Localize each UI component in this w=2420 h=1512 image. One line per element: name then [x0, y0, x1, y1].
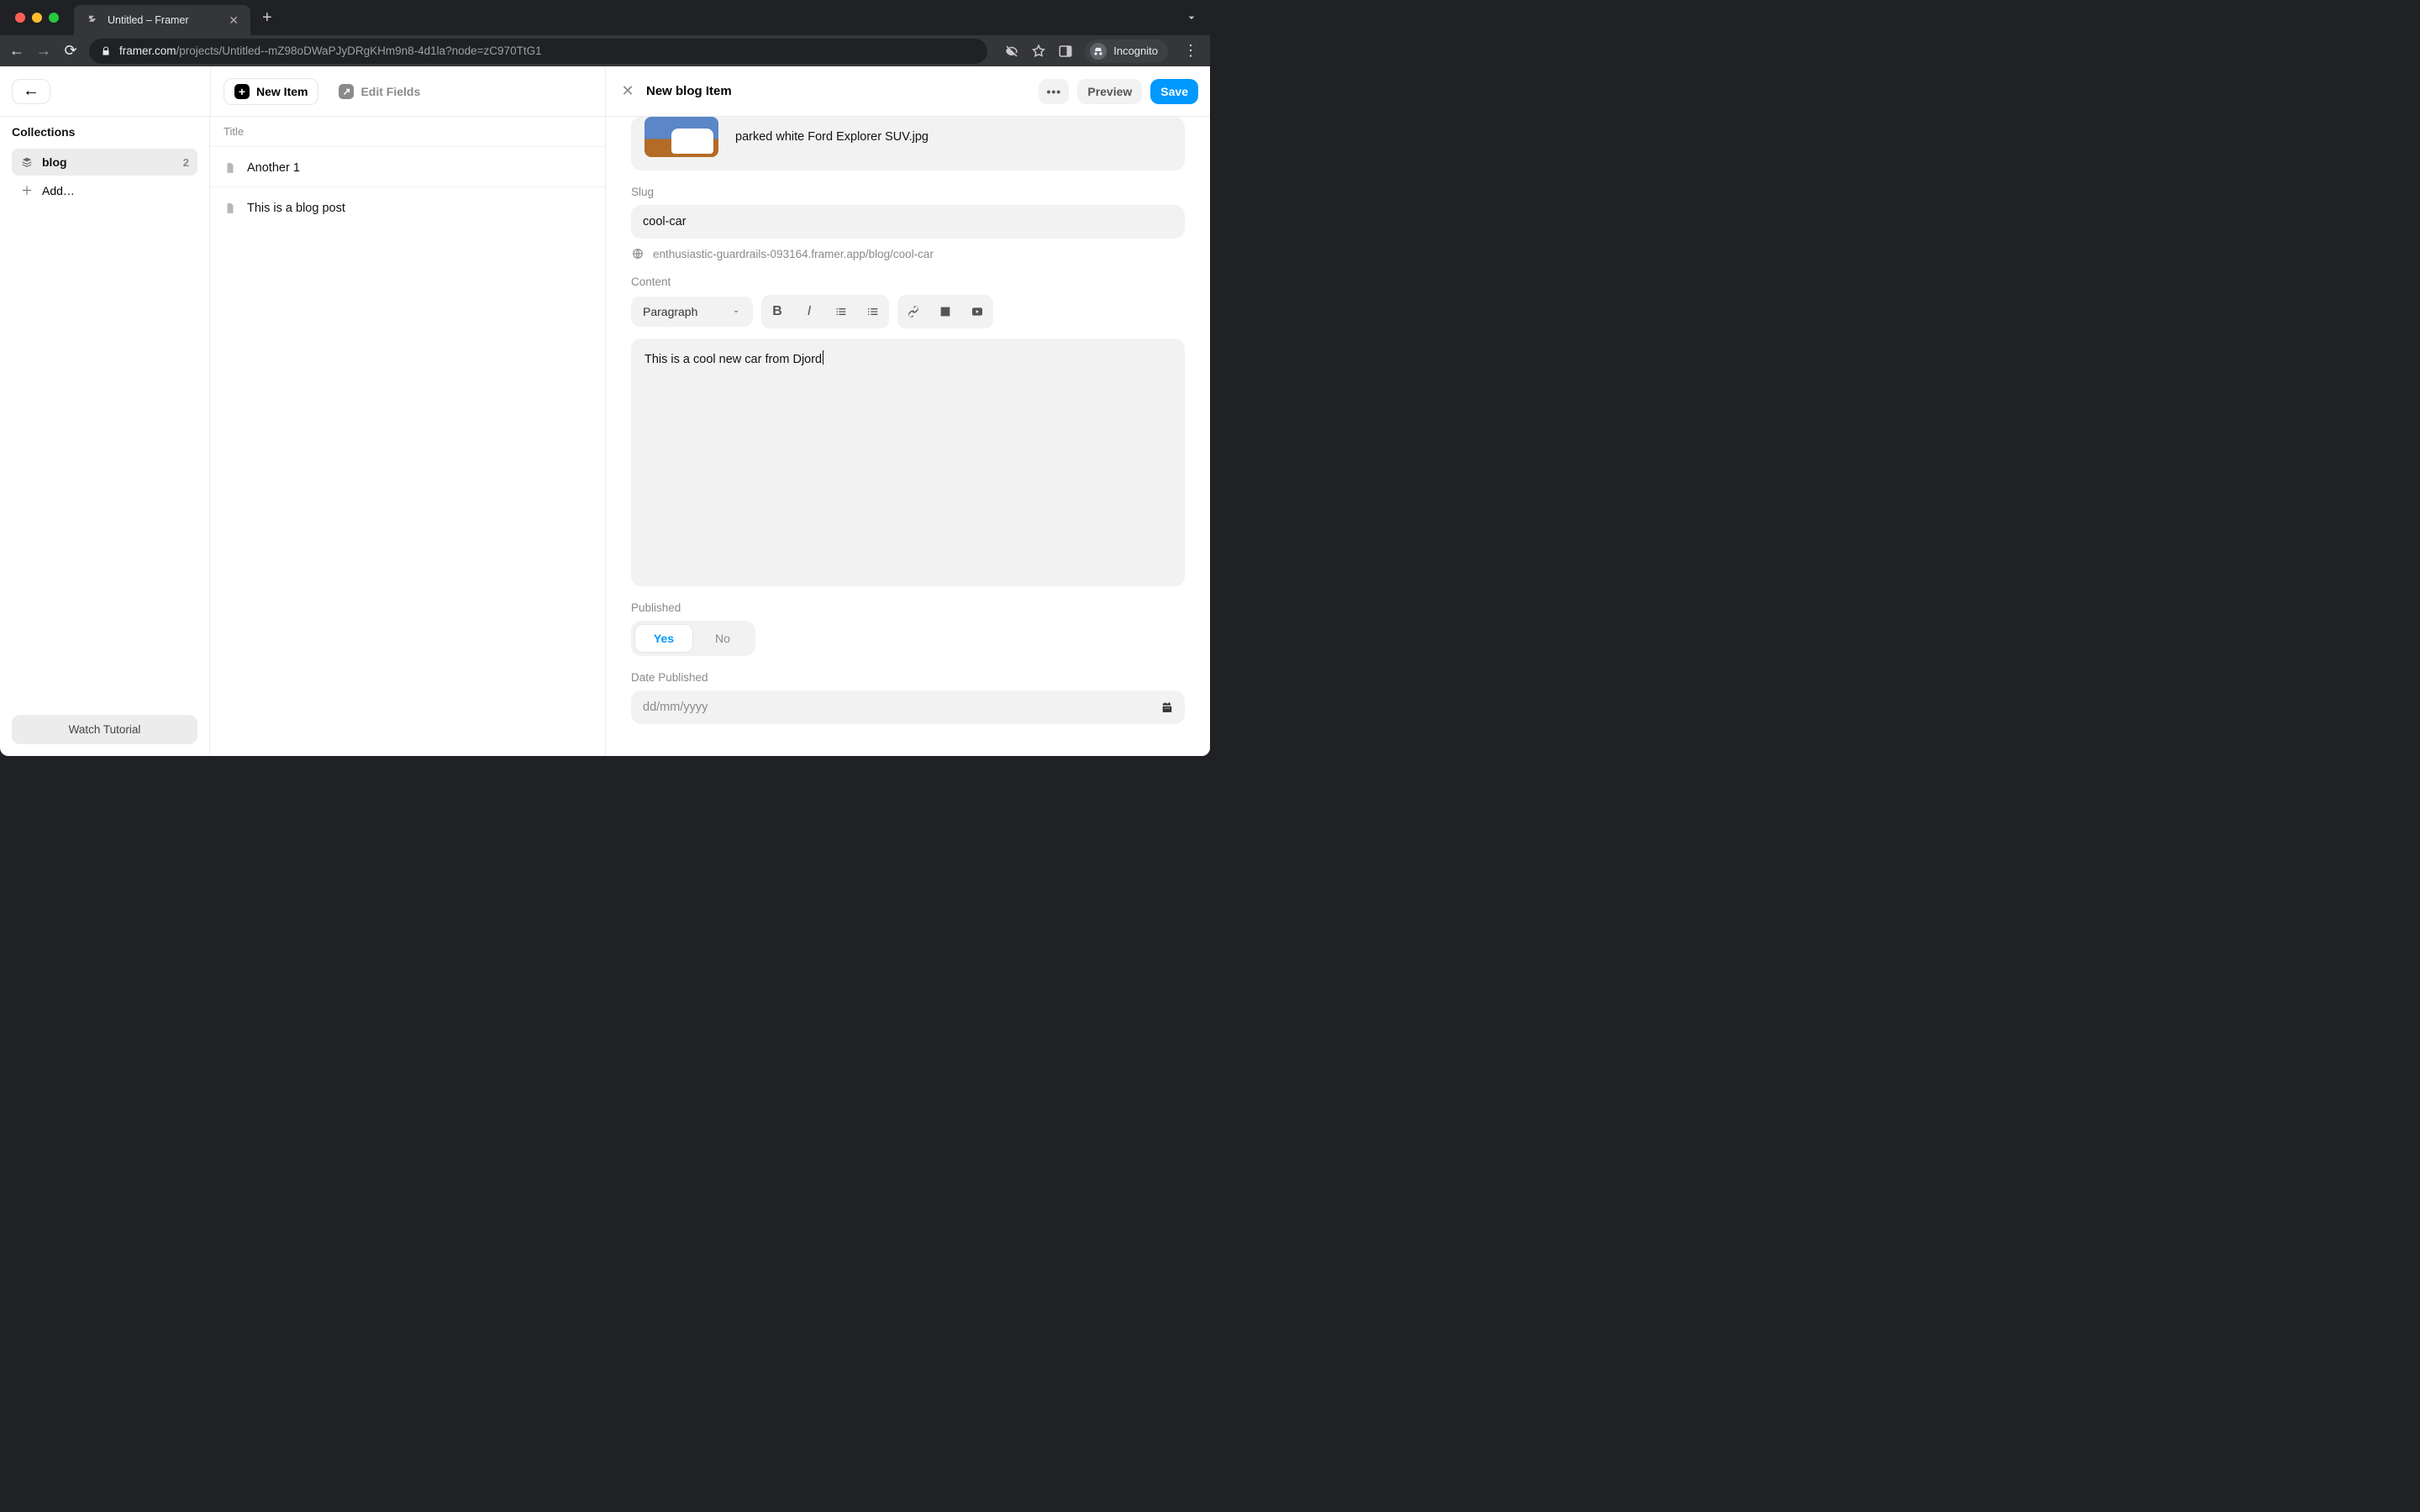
tab-title: Untitled – Framer	[108, 14, 189, 26]
bold-button[interactable]: B	[761, 295, 793, 328]
sidebar-title: Collections	[12, 125, 197, 139]
slug-label: Slug	[631, 186, 1185, 198]
side-panel-icon[interactable]	[1058, 44, 1073, 59]
italic-button[interactable]: I	[793, 295, 825, 328]
edit-fields-label: Edit Fields	[360, 85, 420, 98]
paragraph-style-select[interactable]: Paragraph	[631, 297, 753, 327]
row-title: This is a blog post	[247, 202, 345, 215]
content-editor[interactable]: This is a cool new car from Djord	[631, 339, 1185, 586]
sidebar: Collections blog 2 ＋ Add… Watch Tutorial	[0, 66, 210, 756]
content-body: This is a cool new car from Djord	[644, 353, 822, 366]
date-placeholder: dd/mm/yyyy	[643, 701, 708, 714]
chevron-down-icon	[731, 307, 741, 317]
watch-tutorial-button[interactable]: Watch Tutorial	[12, 715, 197, 744]
sidebar-add-label: Add…	[42, 184, 75, 197]
bullet-list-button[interactable]	[825, 295, 857, 328]
sidebar-item-count: 2	[183, 156, 189, 169]
published-toggle: Yes No	[631, 621, 755, 656]
slug-url: enthusiastic-guardrails-093164.framer.ap…	[653, 248, 934, 260]
bookmark-star-icon[interactable]	[1031, 44, 1046, 59]
tab-favicon	[86, 13, 99, 27]
paragraph-style-value: Paragraph	[643, 305, 697, 318]
window-close[interactable]	[15, 13, 25, 23]
text-style-group: B I	[761, 295, 889, 328]
nav-back-icon[interactable]: ←	[8, 42, 25, 60]
plus-thin-icon: ＋	[20, 182, 34, 199]
browser-toolbar: ← → ⟳ framer.com/projects/Untitled--mZ98…	[0, 35, 1210, 66]
incognito-label: Incognito	[1113, 45, 1158, 57]
date-published-input[interactable]: dd/mm/yyyy	[631, 690, 1185, 724]
window-minimize[interactable]	[32, 13, 42, 23]
window-titlebar: Untitled – Framer ✕ +	[0, 0, 1210, 35]
published-label: Published	[631, 601, 1185, 614]
drawer-title: New blog Item	[646, 84, 732, 98]
detail-drawer: ✕ New blog Item ••• Preview Save parked …	[605, 66, 1210, 756]
video-button[interactable]	[961, 295, 993, 328]
nav-forward-icon[interactable]: →	[35, 42, 52, 60]
published-yes[interactable]: Yes	[634, 624, 693, 653]
nav-reload-icon[interactable]: ⟳	[62, 42, 79, 60]
slug-input[interactable]	[643, 215, 1173, 228]
edit-fields-button[interactable]: ↗ Edit Fields	[329, 78, 430, 105]
document-icon	[224, 202, 237, 215]
more-actions-button[interactable]: •••	[1039, 79, 1069, 104]
featured-image-card[interactable]: parked white Ford Explorer SUV.jpg	[631, 117, 1185, 171]
date-label: Date Published	[631, 671, 1185, 684]
globe-icon	[631, 247, 644, 260]
window-zoom[interactable]	[49, 13, 59, 23]
stack-icon	[20, 156, 34, 168]
image-filename: parked white Ford Explorer SUV.jpg	[735, 130, 929, 144]
slug-input-wrap	[631, 205, 1185, 239]
tabs-dropdown-icon[interactable]	[1185, 11, 1198, 24]
image-thumbnail	[644, 117, 718, 157]
external-icon: ↗	[339, 84, 354, 99]
insert-group	[897, 295, 993, 328]
app-back-button[interactable]: ←	[12, 79, 50, 104]
image-button[interactable]	[929, 295, 961, 328]
sidebar-add-collection[interactable]: ＋ Add…	[12, 176, 197, 206]
plus-icon: +	[234, 84, 250, 99]
save-button[interactable]: Save	[1150, 79, 1198, 104]
preview-button[interactable]: Preview	[1077, 79, 1142, 104]
incognito-icon	[1090, 43, 1107, 60]
tab-close-icon[interactable]: ✕	[229, 13, 239, 28]
new-item-button[interactable]: + New Item	[224, 78, 318, 105]
content-label: Content	[631, 276, 1185, 288]
lock-icon	[101, 46, 111, 56]
url-path: /projects/Untitled--mZ98oDWaPJyDRgKHm9n8…	[176, 45, 542, 57]
published-no[interactable]: No	[693, 624, 752, 653]
new-item-label: New Item	[256, 85, 308, 98]
slug-url-preview: enthusiastic-guardrails-093164.framer.ap…	[631, 247, 1185, 260]
url-host: framer.com	[119, 45, 176, 57]
incognito-indicator[interactable]: Incognito	[1085, 39, 1168, 63]
tutorial-label: Watch Tutorial	[69, 723, 141, 736]
row-title: Another 1	[247, 161, 300, 175]
document-icon	[224, 161, 237, 175]
ordered-list-button[interactable]	[857, 295, 889, 328]
browser-menu-icon[interactable]: ⋮	[1180, 42, 1202, 60]
tracking-off-icon[interactable]	[1004, 44, 1019, 59]
new-tab-button[interactable]: +	[262, 8, 272, 28]
browser-tab[interactable]: Untitled – Framer ✕	[74, 5, 250, 35]
close-drawer-button[interactable]: ✕	[618, 81, 638, 102]
address-bar[interactable]: framer.com/projects/Untitled--mZ98oDWaPJ…	[89, 39, 987, 64]
sidebar-item-blog[interactable]: blog 2	[12, 149, 197, 176]
calendar-icon	[1161, 701, 1173, 713]
link-button[interactable]	[897, 295, 929, 328]
sidebar-item-label: blog	[42, 155, 67, 169]
